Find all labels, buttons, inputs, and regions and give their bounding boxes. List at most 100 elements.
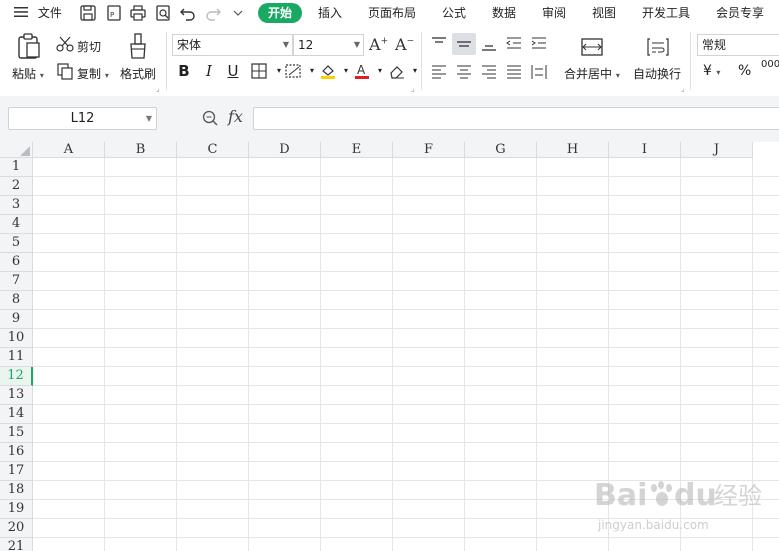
italic-icon[interactable]: I bbox=[198, 60, 220, 82]
align-right-icon[interactable] bbox=[480, 63, 498, 81]
font-size-select[interactable]: 12 ▼ bbox=[293, 34, 364, 56]
print-icon[interactable] bbox=[128, 3, 148, 23]
thousands-separator-button[interactable]: 000 bbox=[761, 59, 779, 70]
copy-icon[interactable] bbox=[56, 62, 74, 80]
row-header-13[interactable]: 13 bbox=[0, 386, 33, 405]
paste-icon[interactable] bbox=[16, 32, 42, 60]
clipboard-launcher-icon[interactable]: ⌟ bbox=[156, 84, 160, 93]
tab-insert[interactable]: 插入 bbox=[318, 0, 342, 26]
row-header-3[interactable]: 3 bbox=[0, 196, 33, 215]
row-header-1[interactable]: 1 bbox=[0, 158, 33, 177]
row-header-9[interactable]: 9 bbox=[0, 310, 33, 329]
tab-page-layout[interactable]: 页面布局 bbox=[368, 0, 416, 26]
formula-input[interactable] bbox=[253, 107, 779, 130]
column-gridline bbox=[464, 158, 465, 551]
increase-indent-icon[interactable] bbox=[530, 35, 550, 55]
font-name-select[interactable]: 宋体 ▼ bbox=[172, 34, 293, 56]
column-header-h[interactable]: H bbox=[537, 142, 609, 158]
tab-review[interactable]: 审阅 bbox=[542, 0, 566, 26]
row-header-17[interactable]: 17 bbox=[0, 462, 33, 481]
row-header-20[interactable]: 20 bbox=[0, 519, 33, 538]
row-header-7[interactable]: 7 bbox=[0, 272, 33, 291]
row-header-8[interactable]: 8 bbox=[0, 291, 33, 310]
row-gridline bbox=[33, 385, 779, 386]
number-format-select[interactable]: 常规 bbox=[697, 34, 779, 56]
decrease-indent-icon[interactable] bbox=[505, 35, 525, 55]
select-all-corner[interactable] bbox=[0, 142, 33, 158]
row-header-21[interactable]: 21 bbox=[0, 538, 33, 551]
distributed-align-icon[interactable] bbox=[530, 63, 548, 81]
print-preview-icon[interactable] bbox=[153, 3, 173, 23]
format-painter-button[interactable]: 格式刷 bbox=[120, 65, 156, 82]
format-painter-icon[interactable] bbox=[127, 32, 149, 60]
row-header-14[interactable]: 14 bbox=[0, 405, 33, 424]
column-header-a[interactable]: A bbox=[33, 142, 105, 158]
column-header-i[interactable]: I bbox=[609, 142, 681, 158]
tab-data[interactable]: 数据 bbox=[492, 0, 516, 26]
tab-view[interactable]: 视图 bbox=[592, 0, 616, 26]
merge-center-button[interactable]: 合并居中 ▾ bbox=[564, 65, 620, 82]
alignment-launcher-icon[interactable]: ⌟ bbox=[681, 84, 685, 93]
column-header-e[interactable]: E bbox=[321, 142, 393, 158]
row-header-5[interactable]: 5 bbox=[0, 234, 33, 253]
tab-developer[interactable]: 开发工具 bbox=[642, 0, 690, 26]
currency-format-button[interactable]: ¥ ▾ bbox=[703, 63, 720, 79]
row-header-11[interactable]: 11 bbox=[0, 348, 33, 367]
column-header-b[interactable]: B bbox=[105, 142, 177, 158]
merge-center-icon[interactable] bbox=[580, 36, 604, 58]
scissors-icon[interactable] bbox=[56, 35, 74, 53]
redo-icon[interactable] bbox=[203, 3, 223, 23]
svg-text:P: P bbox=[110, 11, 114, 19]
percent-format-button[interactable]: % bbox=[738, 63, 751, 79]
tab-home[interactable]: 开始 bbox=[258, 3, 302, 23]
align-center-icon[interactable] bbox=[455, 63, 473, 81]
export-pdf-icon[interactable]: P bbox=[104, 3, 124, 23]
underline-icon[interactable]: U bbox=[222, 60, 244, 82]
row-header-4[interactable]: 4 bbox=[0, 215, 33, 234]
insert-function-icon[interactable]: fx bbox=[228, 107, 243, 126]
increase-font-size-icon[interactable]: A+ bbox=[369, 35, 389, 55]
undo-icon[interactable] bbox=[178, 3, 198, 23]
bold-icon[interactable]: B bbox=[173, 60, 195, 82]
wrap-text-icon[interactable] bbox=[646, 36, 670, 58]
row-header-6[interactable]: 6 bbox=[0, 253, 33, 272]
paste-button[interactable]: 粘贴 ▾ bbox=[12, 65, 44, 82]
row-header-2[interactable]: 2 bbox=[0, 177, 33, 196]
tab-member[interactable]: 会员专享 bbox=[716, 0, 764, 26]
row-header-12[interactable]: 12 bbox=[0, 367, 33, 386]
column-header-g[interactable]: G bbox=[465, 142, 537, 158]
borders-icon[interactable] bbox=[248, 60, 270, 82]
paste-dropdown-icon: ▾ bbox=[39, 71, 44, 80]
currency-dropdown-icon: ▾ bbox=[716, 68, 721, 77]
row-header-19[interactable]: 19 bbox=[0, 500, 33, 519]
row-header-18[interactable]: 18 bbox=[0, 481, 33, 500]
row-gridline bbox=[33, 537, 779, 538]
align-bottom-icon[interactable] bbox=[480, 35, 500, 55]
align-top-icon[interactable] bbox=[430, 35, 450, 55]
row-gridline bbox=[33, 404, 779, 405]
file-menu[interactable]: 文件 bbox=[14, 0, 62, 26]
column-header-c[interactable]: C bbox=[177, 142, 249, 158]
row-gridline bbox=[33, 290, 779, 291]
copy-button[interactable]: 复制 ▾ bbox=[77, 65, 109, 82]
column-header-f[interactable]: F bbox=[393, 142, 465, 158]
name-box[interactable]: L12 ▼ bbox=[8, 107, 157, 130]
decrease-font-size-icon[interactable]: A− bbox=[395, 35, 415, 55]
clear-format-dropdown-icon[interactable]: ▾ bbox=[404, 60, 426, 82]
customize-quick-access-icon[interactable] bbox=[228, 3, 248, 23]
save-icon[interactable] bbox=[78, 3, 98, 23]
row-header-16[interactable]: 16 bbox=[0, 443, 33, 462]
zoom-search-icon[interactable] bbox=[201, 109, 219, 127]
row-header-15[interactable]: 15 bbox=[0, 424, 33, 443]
font-launcher-icon[interactable]: ⌟ bbox=[411, 84, 415, 93]
cut-button[interactable]: 剪切 bbox=[77, 38, 101, 55]
row-header-10[interactable]: 10 bbox=[0, 329, 33, 348]
align-middle-icon[interactable] bbox=[452, 33, 476, 55]
wrap-text-button[interactable]: 自动换行 bbox=[633, 65, 681, 82]
align-left-icon[interactable] bbox=[430, 63, 448, 81]
column-header-j[interactable]: J bbox=[681, 142, 753, 158]
name-box-dropdown-icon: ▼ bbox=[145, 114, 152, 123]
justify-icon[interactable] bbox=[505, 63, 523, 81]
tab-formulas[interactable]: 公式 bbox=[442, 0, 466, 26]
column-header-d[interactable]: D bbox=[249, 142, 321, 158]
